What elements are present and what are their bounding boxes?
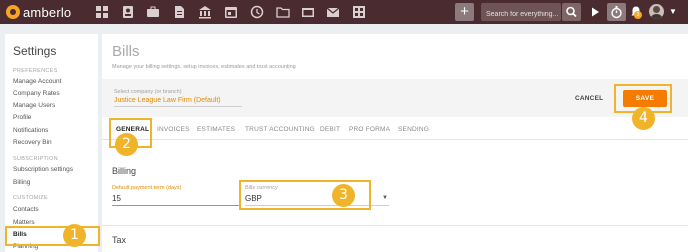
currency-dropdown-caret-icon[interactable]: ▼ bbox=[382, 195, 388, 201]
section-label-subscription: SUBSCRIPTION bbox=[13, 156, 58, 162]
play-icon bbox=[592, 7, 599, 17]
currency-select[interactable]: GBP bbox=[245, 194, 389, 206]
files-icon[interactable] bbox=[301, 5, 315, 19]
search-button[interactable] bbox=[562, 3, 581, 21]
grid-icon[interactable] bbox=[352, 5, 366, 19]
user-avatar[interactable] bbox=[649, 4, 664, 19]
sidebar-item-planning[interactable]: Planning bbox=[13, 243, 38, 250]
billing-section-heading: Billing bbox=[112, 166, 137, 176]
folder-icon[interactable] bbox=[276, 5, 290, 19]
briefcase-icon[interactable] bbox=[146, 5, 160, 19]
tab-invoices[interactable]: INVOICES bbox=[157, 126, 190, 133]
sidebar-item-manage-users[interactable]: Manage Users bbox=[13, 102, 55, 109]
tax-section-heading: Tax bbox=[112, 235, 127, 245]
sidebar-item-profile[interactable]: Profile bbox=[13, 114, 31, 121]
notification-count-badge: 3 bbox=[634, 11, 642, 19]
settings-sidebar: Settings PREFERENCES Manage Account Comp… bbox=[5, 34, 98, 252]
currency-label: Bills currency bbox=[245, 185, 278, 191]
stopwatch-icon bbox=[611, 6, 622, 19]
sidebar-item-subscription-settings[interactable]: Subscription settings bbox=[13, 166, 73, 173]
page-subtitle: Manage your billing settings, setup invo… bbox=[112, 64, 296, 70]
bank-icon[interactable] bbox=[198, 5, 212, 19]
section-label-preferences: PREFERENCES bbox=[13, 68, 58, 74]
sidebar-item-manage-account[interactable]: Manage Account bbox=[13, 78, 61, 85]
global-search bbox=[481, 3, 561, 24]
payment-term-label: Default payment term (days) bbox=[112, 185, 182, 191]
bills-tabs: GENERAL INVOICES ESTIMATES TRUST ACCOUNT… bbox=[102, 122, 688, 140]
tab-estimates[interactable]: ESTIMATES bbox=[197, 126, 235, 133]
payment-term-input[interactable]: 15 bbox=[112, 194, 239, 206]
sidebar-item-billing[interactable]: Billing bbox=[13, 179, 30, 186]
sidebar-item-matters[interactable]: Matters bbox=[13, 219, 35, 226]
cancel-button[interactable]: CANCEL bbox=[575, 95, 603, 102]
sidebar-item-recovery-bin[interactable]: Recovery Bin bbox=[13, 139, 52, 146]
tab-pro-forma[interactable]: PRO FORMA bbox=[349, 126, 390, 133]
sidebar-item-company-rates[interactable]: Company Rates bbox=[13, 90, 60, 97]
add-new-button[interactable]: + bbox=[455, 3, 474, 21]
start-timer-button[interactable] bbox=[587, 3, 604, 21]
tab-sending[interactable]: SENDING bbox=[398, 126, 429, 133]
tab-trust-accounting[interactable]: TRUST ACCOUNTING bbox=[245, 126, 315, 133]
amberlo-logo[interactable]: amberlo bbox=[6, 3, 71, 21]
amberlo-logo-icon bbox=[6, 5, 20, 19]
section-label-customize: CUSTOMIZE bbox=[13, 195, 48, 201]
sidebar-item-contacts[interactable]: Contacts bbox=[13, 206, 39, 213]
calendar-icon[interactable] bbox=[224, 5, 238, 19]
dashboard-icon[interactable] bbox=[95, 5, 109, 19]
company-select[interactable]: Justice League Law Firm (Default) bbox=[114, 97, 242, 107]
document-icon[interactable] bbox=[172, 5, 186, 19]
search-input[interactable] bbox=[481, 5, 561, 24]
app-name: amberlo bbox=[23, 4, 72, 20]
tab-debit[interactable]: DEBIT bbox=[320, 126, 340, 133]
save-button[interactable]: SAVE bbox=[623, 90, 667, 107]
search-icon bbox=[566, 6, 577, 18]
contacts-icon[interactable] bbox=[121, 5, 135, 19]
page-title: Bills bbox=[112, 43, 140, 60]
company-select-label: Select company (or branch) bbox=[114, 89, 182, 95]
tab-general[interactable]: GENERAL bbox=[116, 126, 149, 133]
history-icon[interactable] bbox=[250, 5, 264, 19]
sidebar-title: Settings bbox=[13, 44, 57, 58]
sidebar-item-bills[interactable]: Bills bbox=[13, 231, 27, 238]
sidebar-item-notifications[interactable]: Notifications bbox=[13, 127, 48, 134]
mail-icon[interactable] bbox=[326, 5, 340, 19]
timer-button[interactable] bbox=[607, 3, 626, 21]
bills-settings-panel: Bills Manage your billing settings, setu… bbox=[102, 34, 688, 252]
chevron-down-icon[interactable]: ▼ bbox=[669, 7, 677, 16]
section-divider bbox=[102, 225, 688, 226]
top-navigation-bar: amberlo + 3 bbox=[0, 0, 688, 24]
